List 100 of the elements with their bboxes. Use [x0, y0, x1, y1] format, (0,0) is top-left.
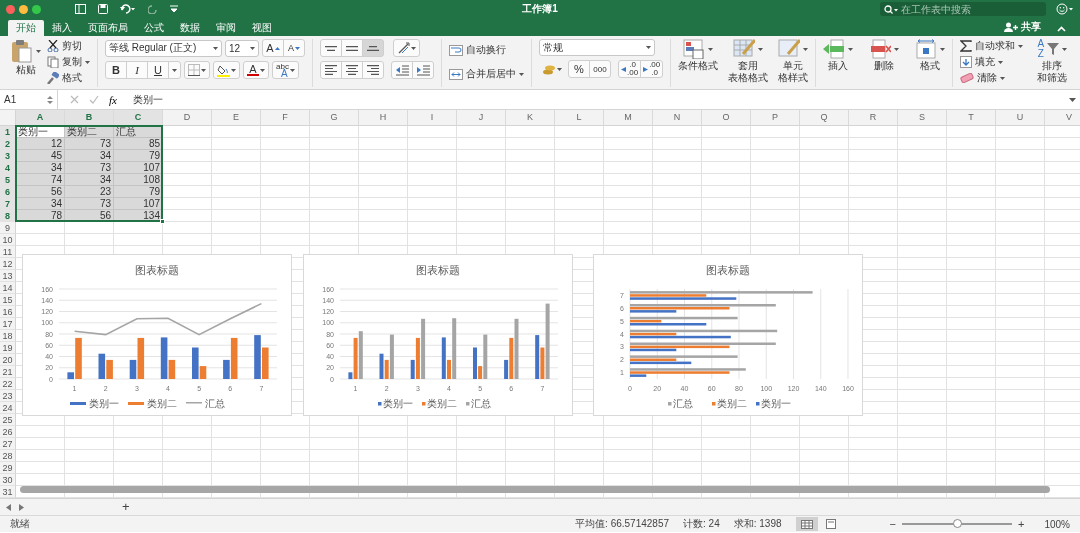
align-button[interactable]	[320, 39, 342, 57]
bold-button[interactable]: B	[105, 61, 127, 79]
collapse-icon[interactable]	[1057, 26, 1066, 32]
row-header[interactable]: 8	[0, 210, 16, 222]
column-header[interactable]: V	[1045, 110, 1080, 126]
column-header[interactable]: Q	[800, 110, 849, 126]
column-header[interactable]: E	[212, 110, 261, 126]
row-header[interactable]: 6	[0, 186, 16, 198]
font-size-dropdown[interactable]: 12	[225, 39, 259, 57]
table-cell[interactable]: 107	[114, 198, 163, 210]
row-header[interactable]: 16	[0, 306, 16, 318]
previous-sheet-icon[interactable]	[6, 503, 11, 511]
table-cell[interactable]: 79	[114, 150, 163, 162]
column-header[interactable]: M	[604, 110, 653, 126]
row-header[interactable]: 2	[0, 138, 16, 150]
insert-function-button[interactable]: fx	[109, 93, 117, 106]
table-cell[interactable]: 23	[65, 186, 114, 198]
column-header[interactable]: P	[751, 110, 800, 126]
underline-menu-button[interactable]	[168, 61, 181, 79]
cut-button[interactable]: 剪切	[47, 39, 90, 53]
fill-color-button[interactable]	[213, 61, 240, 79]
zoom-out-button[interactable]: −	[883, 518, 902, 530]
table-cell[interactable]: 107	[114, 162, 163, 174]
insert-button[interactable]: 插入	[823, 39, 854, 71]
table-cell[interactable]: 56	[16, 186, 65, 198]
decrease-indent-button[interactable]	[391, 61, 413, 79]
column-header[interactable]: F	[261, 110, 310, 126]
row-header[interactable]: 25	[0, 414, 16, 426]
sidebar-icon[interactable]	[75, 4, 86, 14]
format-painter-button[interactable]: 格式	[47, 71, 90, 85]
orientation-button[interactable]	[393, 39, 420, 57]
table-cell[interactable]: 34	[65, 174, 114, 186]
row-header[interactable]: 22	[0, 378, 16, 390]
align-button[interactable]	[341, 61, 363, 79]
table-cell[interactable]: 73	[65, 198, 114, 210]
column-header[interactable]: N	[653, 110, 702, 126]
row-header[interactable]: 27	[0, 438, 16, 450]
row-header[interactable]: 12	[0, 258, 16, 270]
customize-icon[interactable]	[170, 5, 178, 13]
increase-decimal-button[interactable]: .0 .00	[618, 60, 642, 78]
column-header[interactable]: B	[65, 110, 114, 126]
table-cell[interactable]: 74	[16, 174, 65, 186]
row-header[interactable]: 10	[0, 234, 16, 246]
align-button[interactable]	[320, 61, 342, 79]
cell-styles-button[interactable]: 单元 格样式	[778, 39, 809, 83]
wrap-text-button[interactable]: 自动换行	[449, 43, 524, 57]
copy-button[interactable]: 复制	[47, 55, 90, 69]
column-header[interactable]: U	[996, 110, 1045, 126]
name-box[interactable]: A1	[0, 90, 58, 109]
row-header[interactable]: 11	[0, 246, 16, 258]
row-header[interactable]: 18	[0, 330, 16, 342]
zoom-in-button[interactable]: +	[1012, 518, 1031, 530]
row-header[interactable]: 4	[0, 162, 16, 174]
table-cell[interactable]: 34	[65, 150, 114, 162]
row-header[interactable]: 29	[0, 462, 16, 474]
table-cell[interactable]: 85	[114, 138, 163, 150]
column-header[interactable]: S	[898, 110, 947, 126]
column-header[interactable]: O	[702, 110, 751, 126]
next-sheet-icon[interactable]	[19, 503, 24, 511]
row-header[interactable]: 3	[0, 150, 16, 162]
column-header[interactable]: G	[310, 110, 359, 126]
format-button[interactable]: 格式	[915, 39, 946, 71]
column-header[interactable]: J	[457, 110, 506, 126]
table-cell[interactable]: 73	[65, 162, 114, 174]
autosum-button[interactable]: 自动求和	[960, 39, 1024, 53]
fill-handle[interactable]	[160, 219, 165, 224]
column-header[interactable]: R	[849, 110, 898, 126]
row-header[interactable]: 20	[0, 354, 16, 366]
row-header[interactable]: 31	[0, 486, 16, 498]
row-header[interactable]: 24	[0, 402, 16, 414]
expand-icon[interactable]	[1069, 97, 1076, 102]
font-color-button[interactable]: A	[243, 61, 269, 79]
decrease-decimal-button[interactable]: .00 .0	[640, 60, 664, 78]
merge-center-button[interactable]: 合并后居中	[449, 67, 524, 81]
row-header[interactable]: 7	[0, 198, 16, 210]
row-header[interactable]: 26	[0, 426, 16, 438]
check-icon[interactable]	[89, 95, 99, 104]
ribbon-tab[interactable]: 开始	[8, 20, 44, 36]
paste-button[interactable]: 粘贴	[11, 39, 41, 75]
row-header[interactable]: 13	[0, 270, 16, 282]
row-header[interactable]: 30	[0, 474, 16, 486]
clear-button[interactable]: 清除	[960, 71, 1024, 85]
conditional-formatting-button[interactable]: 条件格式	[678, 39, 719, 71]
save-icon[interactable]	[98, 4, 108, 14]
phonetic-button[interactable]: abc A	[272, 61, 299, 79]
ribbon-tab[interactable]: 公式	[136, 20, 172, 36]
number-format-dropdown[interactable]: 常规	[539, 39, 655, 56]
row-header[interactable]: 1	[0, 126, 16, 138]
column-header[interactable]: D	[163, 110, 212, 126]
add-sheet-button[interactable]: +	[122, 500, 130, 514]
row-header[interactable]: 17	[0, 318, 16, 330]
row-header[interactable]: 23	[0, 390, 16, 402]
normal-view-button[interactable]	[795, 517, 818, 531]
borders-button[interactable]	[184, 61, 210, 79]
column-header[interactable]: A	[16, 110, 65, 126]
ribbon-tab[interactable]: 数据	[172, 20, 208, 36]
share-button[interactable]: 共享	[998, 18, 1047, 36]
shrink-font-button[interactable]: A	[283, 39, 305, 57]
table-cell[interactable]: 108	[114, 174, 163, 186]
fill-button[interactable]: 填充	[960, 55, 1024, 69]
